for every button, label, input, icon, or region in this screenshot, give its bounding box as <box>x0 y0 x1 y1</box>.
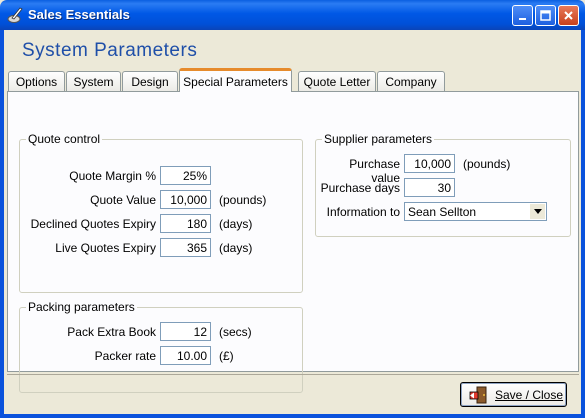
save-close-button[interactable]: Save / Close <box>460 382 567 407</box>
footer-divider <box>7 374 579 375</box>
quill-icon[interactable] <box>6 6 24 24</box>
packing-parameters-title: Packing parameters <box>26 300 137 314</box>
window-title: Sales Essentials <box>28 7 130 22</box>
packer-rate-field[interactable]: 10.00 <box>160 346 211 365</box>
quote-value-unit: (pounds) <box>219 193 267 207</box>
page-title: System Parameters <box>22 40 198 61</box>
window-client: System Parameters Options System Design … <box>4 30 581 414</box>
live-quotes-expiry-label: Live Quotes Expiry <box>55 241 156 255</box>
purchase-value-unit: (pounds) <box>463 157 511 171</box>
live-quotes-expiry-field[interactable]: 365 <box>160 238 211 257</box>
close-button[interactable] <box>558 5 579 26</box>
purchase-value-field[interactable]: 10,000 <box>404 154 455 173</box>
window-frame-bottom <box>0 414 585 418</box>
save-close-label: Save / Close <box>495 387 564 402</box>
tab-special-parameters[interactable]: Special Parameters <box>179 68 292 92</box>
purchase-days-field[interactable]: 30 <box>404 178 455 197</box>
maximize-icon <box>540 10 551 21</box>
pack-extra-book-field[interactable]: 12 <box>160 322 211 341</box>
quote-value-field[interactable]: 10,000 <box>160 190 211 209</box>
title-bar[interactable]: Sales Essentials <box>0 0 585 30</box>
tab-options[interactable]: Options <box>8 71 65 91</box>
information-to-value: Sean Sellton <box>408 205 477 219</box>
packer-rate-label: Packer rate <box>94 349 156 363</box>
minimize-icon <box>518 17 526 20</box>
purchase-days-label: Purchase days <box>320 181 400 195</box>
tab-system[interactable]: System <box>66 71 121 91</box>
tab-design[interactable]: Design <box>122 71 178 91</box>
dropdown-arrow-button[interactable] <box>530 204 545 219</box>
tab-company[interactable]: Company <box>377 71 445 91</box>
quote-margin-field[interactable]: 25% <box>160 166 211 185</box>
declined-quotes-expiry-label: Declined Quotes Expiry <box>30 217 156 231</box>
live-quotes-expiry-unit: (days) <box>219 241 253 255</box>
declined-quotes-expiry-unit: (days) <box>219 217 253 231</box>
pack-extra-book-unit: (secs) <box>219 325 252 339</box>
tab-quote-letter[interactable]: Quote Letter <box>298 71 376 91</box>
declined-quotes-expiry-field[interactable]: 180 <box>160 214 211 233</box>
tab-panel: Quote control Quote Margin % 25% Quote V… <box>7 91 579 393</box>
close-icon <box>564 11 573 20</box>
chevron-down-icon <box>533 209 542 214</box>
quote-margin-label: Quote Margin % <box>69 169 156 183</box>
window-frame-right <box>581 30 585 418</box>
information-to-select[interactable]: Sean Sellton <box>404 202 547 221</box>
packer-rate-unit: (£) <box>219 349 234 363</box>
pack-extra-book-label: Pack Extra Book <box>67 325 156 339</box>
supplier-parameters-title: Supplier parameters <box>322 132 435 146</box>
minimize-button[interactable] <box>512 5 533 26</box>
save-door-icon <box>469 386 487 403</box>
quote-control-title: Quote control <box>26 132 103 146</box>
information-to-label: Information to <box>326 205 400 219</box>
quote-value-label: Quote Value <box>90 193 156 207</box>
maximize-button[interactable] <box>535 5 556 26</box>
